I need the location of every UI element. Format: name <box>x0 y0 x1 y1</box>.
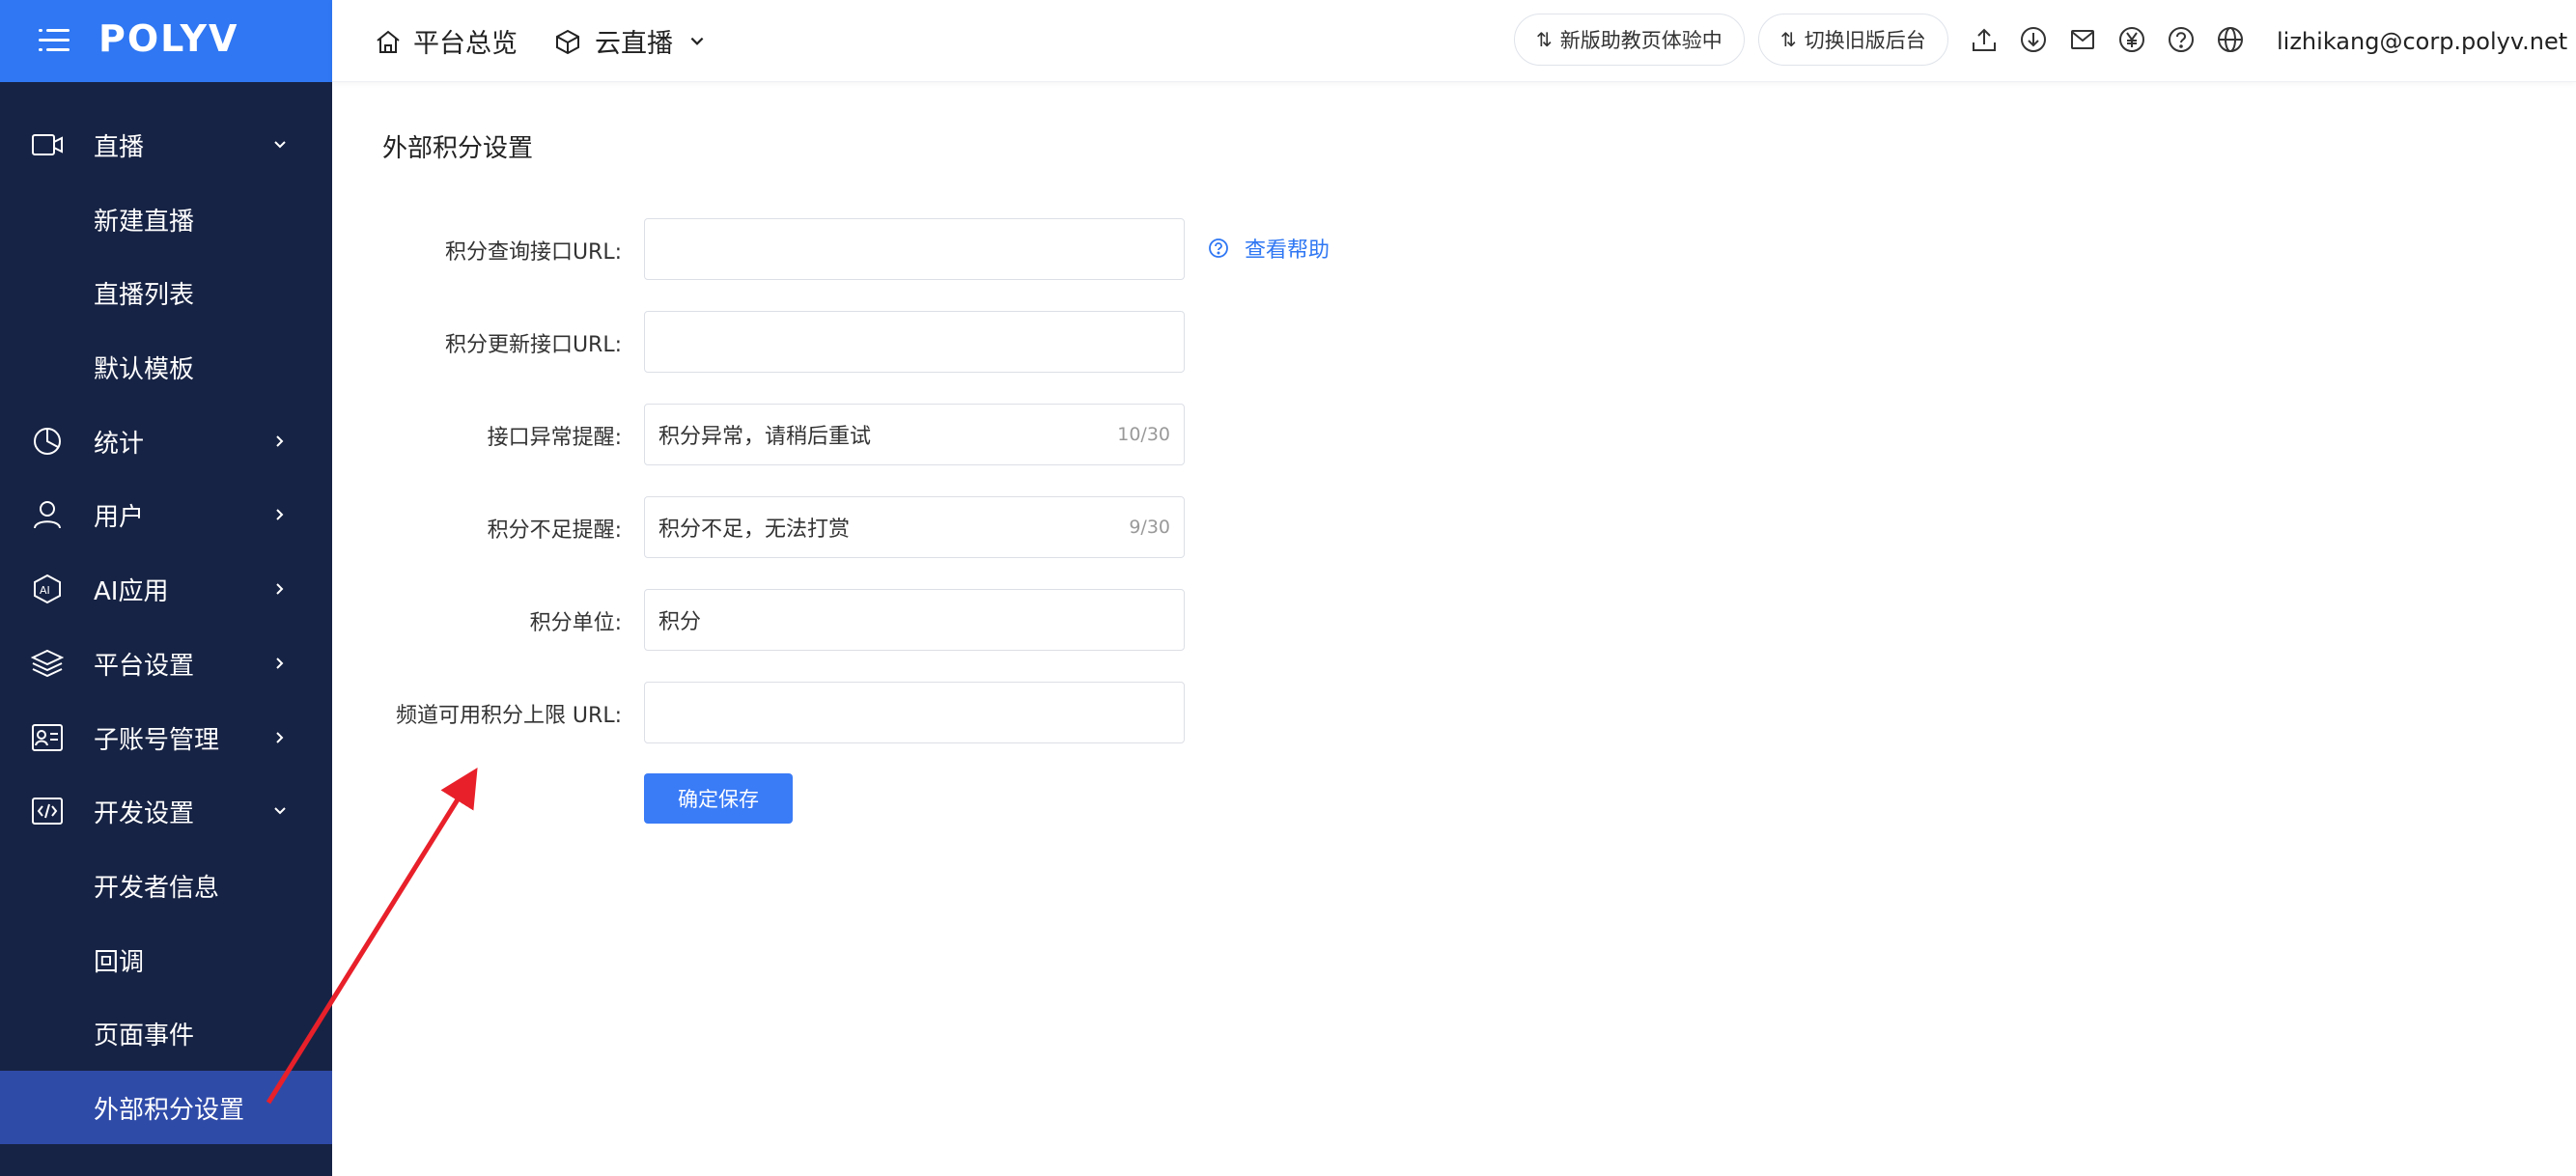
sidebar-item-label: 直播列表 <box>94 280 195 310</box>
insufficient-points-message-input[interactable]: 积分不足，无法打赏 9/30 <box>644 496 1185 558</box>
sidebar-item-callback[interactable]: 回调 <box>0 923 332 996</box>
swap-icon: ⇅ <box>1780 28 1797 51</box>
save-button[interactable]: 确定保存 <box>644 773 793 824</box>
help-link-label: 查看帮助 <box>1245 238 1330 263</box>
field-label-text: 积分查询接口URL: <box>444 240 622 265</box>
chevron-right-icon <box>276 732 284 743</box>
user-email: lizhikang@corp.polyv.net <box>2277 27 2568 55</box>
field-label: 积分更新接口URL: <box>332 327 622 358</box>
sidebar-item-label: AI应用 <box>94 576 169 606</box>
ai-icon: AI <box>34 574 61 604</box>
sidebar-item-ai-apps[interactable]: AI AI应用 <box>0 552 332 626</box>
nav-label: 云直播 <box>595 29 673 59</box>
points-update-url-input[interactable] <box>644 311 1185 373</box>
cube-icon <box>556 29 579 54</box>
field-label-text: 频道可用积分上限 URL: <box>395 704 622 728</box>
field-label: 接口异常提醒: <box>332 420 622 451</box>
sidebar-item-statistics[interactable]: 统计 <box>0 405 332 478</box>
field-label: 积分查询接口URL: <box>332 235 622 266</box>
layers-icon <box>31 649 64 678</box>
char-count: 10/30 <box>1117 424 1170 445</box>
sidebar-item-label: 开发设置 <box>94 798 195 828</box>
sidebar-item-label: 用户 <box>94 502 145 532</box>
mail-icon[interactable] <box>2068 25 2097 54</box>
sidebar-item-label: 统计 <box>94 429 145 459</box>
brand-logo: POLYV <box>98 17 239 60</box>
yen-icon[interactable] <box>2117 25 2146 54</box>
new-assistant-page-button[interactable]: ⇅ 新版助教页体验中 <box>1514 14 1745 66</box>
sidebar-item-label: 默认模板 <box>94 354 195 384</box>
field-label: 积分单位: <box>332 605 622 636</box>
sidebar-item-live[interactable]: 直播 <box>0 108 332 182</box>
channel-points-limit-url-input[interactable] <box>644 682 1185 743</box>
svg-text:AI: AI <box>40 584 50 597</box>
field-label: 积分不足提醒: <box>332 513 622 544</box>
chevron-right-icon <box>276 583 284 595</box>
sidebar-item-label: 直播 <box>94 132 145 162</box>
points-unit-input[interactable]: 积分 <box>644 589 1185 651</box>
nav-platform-overview[interactable]: 平台总览 <box>375 0 518 82</box>
sidebar-item-dev-settings[interactable]: 开发设置 <box>0 774 332 848</box>
view-help-link[interactable]: 查看帮助 <box>1208 233 1330 264</box>
page-title: 外部积分设置 <box>382 134 534 163</box>
main-content: 外部积分设置 积分查询接口URL: 查看帮助 积分更新接口URL: 接口异常提醒… <box>332 82 2576 1176</box>
sidebar-item-label: 开发者信息 <box>94 873 220 903</box>
field-label: 频道可用积分上限 URL: <box>332 698 622 729</box>
user-icon <box>34 501 61 529</box>
sidebar-item-sub-accounts[interactable]: 子账号管理 <box>0 701 332 774</box>
field-label-text: 接口异常提醒: <box>487 426 622 450</box>
sidebar-item-label: 回调 <box>94 947 145 977</box>
chevron-right-icon <box>276 435 284 447</box>
id-card-icon <box>32 724 63 751</box>
field-label-text: 积分更新接口URL: <box>444 333 622 357</box>
pill-label: 新版助教页体验中 <box>1559 29 1722 52</box>
help-icon[interactable] <box>2167 25 2196 54</box>
chevron-down-icon <box>690 37 704 45</box>
input-value: 积分异常，请稍后重试 <box>658 425 872 449</box>
download-icon[interactable] <box>2019 25 2048 54</box>
sidebar-item-label: 平台设置 <box>94 651 195 681</box>
points-query-url-input[interactable] <box>644 218 1185 280</box>
sidebar-item-developer-info[interactable]: 开发者信息 <box>0 849 332 922</box>
field-label-text: 积分单位: <box>529 611 622 635</box>
sidebar-item-default-template[interactable]: 默认模板 <box>0 330 332 404</box>
upload-icon[interactable] <box>1970 25 1999 54</box>
sidebar: POLYV 直播 新建直播 直播列表 默认模板 统计 用户 AI AI应用 平台… <box>0 0 332 1176</box>
api-error-message-input[interactable]: 积分异常，请稍后重试 10/30 <box>644 404 1185 465</box>
top-bar: 平台总览 云直播 ⇅ 新版助教页体验中 ⇅ 切换旧版后台 lizhikang@c… <box>332 0 2576 82</box>
pie-chart-icon <box>34 428 61 455</box>
sidebar-item-platform-settings[interactable]: 平台设置 <box>0 627 332 700</box>
video-camera-icon <box>32 134 63 155</box>
sidebar-item-external-points[interactable]: 外部积分设置 <box>0 1071 332 1144</box>
chevron-right-icon <box>276 509 284 520</box>
field-label-text: 积分不足提醒: <box>487 518 622 543</box>
sidebar-item-label: 子账号管理 <box>94 725 220 755</box>
sidebar-item-label: 页面事件 <box>94 1021 195 1050</box>
chevron-right-icon <box>276 658 284 669</box>
input-value: 积分 <box>658 610 702 634</box>
nav-cloud-live[interactable]: 云直播 <box>554 0 706 82</box>
hamburger-menu-icon[interactable] <box>39 27 70 54</box>
char-count: 9/30 <box>1129 517 1170 538</box>
globe-icon[interactable] <box>2216 25 2245 54</box>
chevron-down-icon <box>274 807 286 815</box>
swap-icon: ⇅ <box>1536 28 1553 51</box>
code-icon <box>32 798 63 825</box>
sidebar-item-new-live[interactable]: 新建直播 <box>0 182 332 256</box>
chevron-down-icon <box>274 141 286 149</box>
input-value: 积分不足，无法打赏 <box>658 518 851 542</box>
sidebar-item-live-list[interactable]: 直播列表 <box>0 256 332 329</box>
sidebar-item-label: 外部积分设置 <box>94 1095 245 1125</box>
home-icon <box>377 30 400 53</box>
help-circle-icon <box>1209 238 1228 258</box>
nav-label: 平台总览 <box>413 29 518 59</box>
sidebar-header: POLYV <box>0 0 332 82</box>
pill-label: 切换旧版后台 <box>1804 29 1926 52</box>
sidebar-item-label: 新建直播 <box>94 207 195 237</box>
switch-old-backend-button[interactable]: ⇅ 切换旧版后台 <box>1758 14 1948 66</box>
sidebar-item-users[interactable]: 用户 <box>0 478 332 551</box>
sidebar-item-page-events[interactable]: 页面事件 <box>0 996 332 1070</box>
user-account-menu[interactable]: lizhikang@corp.polyv.net <box>2277 0 2576 82</box>
